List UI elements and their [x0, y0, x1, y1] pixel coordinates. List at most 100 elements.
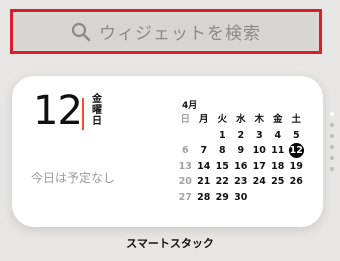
calendar-day-today: 12 — [287, 143, 306, 159]
weekday-header: 土 — [291, 114, 301, 125]
calendar-week-row: 6 7 8 9 10 11 12 — [176, 143, 320, 159]
calendar-day-number: 27 — [178, 191, 192, 203]
calendar-day-number: 7 — [200, 145, 208, 156]
smart-stack-label: スマートスタック — [126, 237, 214, 250]
page-dot[interactable] — [330, 112, 334, 116]
calendar-day: 20 — [176, 174, 195, 190]
calendar-day — [176, 128, 195, 144]
search-bar-highlight: ウィジェットを検索 — [10, 9, 322, 54]
calendar-day-number: 9 — [237, 145, 245, 156]
calendar-day: 9 — [232, 143, 251, 159]
calendar-day-number: 20 — [178, 176, 192, 187]
calendar-day-number: 24 — [252, 176, 266, 187]
calendar-day: 22 — [213, 174, 232, 190]
calendar-day: 4 — [269, 128, 288, 144]
calendar-day: 2 — [232, 128, 251, 144]
weekday-header: 金 — [272, 114, 283, 125]
calendar-day-number: 2 — [237, 129, 245, 141]
calendar-day: 29 — [213, 190, 232, 206]
calendar-day: 30 — [232, 190, 251, 206]
mini-calendar: 日月火水木金土 1 2 3 4 5 6 7 8 9 10 11 12 13 14 15 16 17 18 19 20 21… — [176, 112, 320, 205]
calendar-week-row: 20 21 22 23 24 25 26 — [176, 174, 320, 190]
calendar-day-number: 1 — [218, 129, 226, 141]
accent-divider — [82, 98, 84, 130]
calendar-day-number: 13 — [178, 160, 192, 172]
weekday-vertical: 金 曜 日 — [92, 94, 104, 127]
calendar-day: 17 — [250, 159, 269, 175]
weekday-header: 火 — [217, 114, 227, 125]
day-number: 12 — [33, 88, 83, 134]
calendar-day: 21 — [195, 174, 214, 190]
calendar-day: 19 — [287, 159, 306, 175]
search-icon — [71, 22, 91, 41]
weekday-header-row: 日月火水木金土 — [176, 112, 320, 128]
calendar-day — [269, 190, 288, 206]
calendar-day-number: 28 — [197, 191, 211, 203]
search-bar[interactable]: ウィジェットを検索 — [16, 15, 316, 48]
weekday-header: 日 — [180, 114, 190, 125]
calendar-day: 18 — [269, 159, 288, 175]
calendar-day: 23 — [232, 174, 251, 190]
calendar-day-number: 19 — [289, 160, 303, 172]
calendar-day — [195, 128, 214, 144]
calendar-day: 10 — [250, 143, 269, 159]
month-label: 4月 — [182, 101, 198, 111]
calendar-day-number: 17 — [252, 160, 266, 172]
calendar-day: 28 — [195, 190, 214, 206]
calendar-day: 26 — [287, 174, 306, 190]
calendar-day-number: 14 — [197, 160, 211, 172]
page-dot[interactable] — [330, 134, 334, 138]
page-dot[interactable] — [330, 123, 334, 127]
calendar-day: 1 — [213, 128, 232, 144]
calendar-day-number: 30 — [234, 191, 248, 203]
calendar-day-number: 22 — [215, 176, 229, 187]
calendar-day-number: 26 — [289, 176, 303, 187]
calendar-week-row: 27 28 29 30 — [176, 190, 320, 206]
calendar-day-number: 16 — [234, 160, 248, 172]
calendar-day-number: 15 — [215, 160, 229, 172]
weekday-header: 月 — [198, 114, 209, 125]
calendar-day: 8 — [213, 143, 232, 159]
calendar-day-number: 12 — [289, 145, 303, 156]
calendar-day: 5 — [287, 128, 306, 144]
calendar-day: 24 — [250, 174, 269, 190]
calendar-day: 6 — [176, 143, 195, 159]
weekday-char: 曜 — [92, 105, 102, 116]
search-placeholder: ウィジェットを検索 — [99, 24, 261, 44]
page-dot[interactable] — [330, 145, 334, 149]
calendar-day: 14 — [195, 159, 214, 175]
calendar-day-number: 23 — [234, 176, 248, 187]
calendar-day-number: 6 — [181, 145, 189, 156]
calendar-week-row: 12345 — [176, 128, 320, 144]
weekday-header: 木 — [254, 114, 264, 125]
calendar-day — [287, 190, 306, 206]
calendar-day: 7 — [195, 143, 214, 159]
calendar-day-number: 11 — [271, 145, 285, 156]
calendar-week-row: 13 14 15 16 17 18 19 — [176, 159, 320, 175]
weekday-char: 日 — [92, 116, 102, 127]
weekday-char: 金 — [92, 94, 102, 105]
weekday-header: 水 — [235, 114, 246, 125]
calendar-day: 27 — [176, 190, 195, 206]
calendar-day-number: 29 — [215, 191, 229, 203]
calendar-day: 13 — [176, 159, 195, 175]
calendar-day: 15 — [213, 159, 232, 175]
calendar-day-number: 5 — [292, 129, 300, 141]
calendar-day: 3 — [250, 128, 269, 144]
calendar-day-number: 3 — [255, 129, 263, 141]
no-events-text: 今日は予定なし — [31, 171, 116, 185]
calendar-day: 16 — [232, 159, 251, 175]
calendar-day-number: 10 — [252, 145, 266, 156]
calendar-day-number: 25 — [271, 176, 285, 187]
calendar-day: 11 — [269, 143, 288, 159]
calendar-widget[interactable]: 12 金 曜 日 今日は予定なし 4月 日月火水木金土 1 2 3 4 5 6 7 8 9 10 11… — [12, 76, 323, 227]
calendar-day: 25 — [269, 174, 288, 190]
page-dot[interactable] — [330, 167, 334, 171]
page-dot[interactable] — [330, 156, 334, 160]
calendar-day-number: 8 — [218, 145, 226, 156]
calendar-day — [250, 190, 269, 206]
calendar-day-number: 21 — [197, 176, 211, 187]
calendar-day-number: 4 — [274, 129, 282, 141]
page-indicator[interactable] — [330, 112, 336, 178]
calendar-day-number: 18 — [271, 160, 285, 172]
